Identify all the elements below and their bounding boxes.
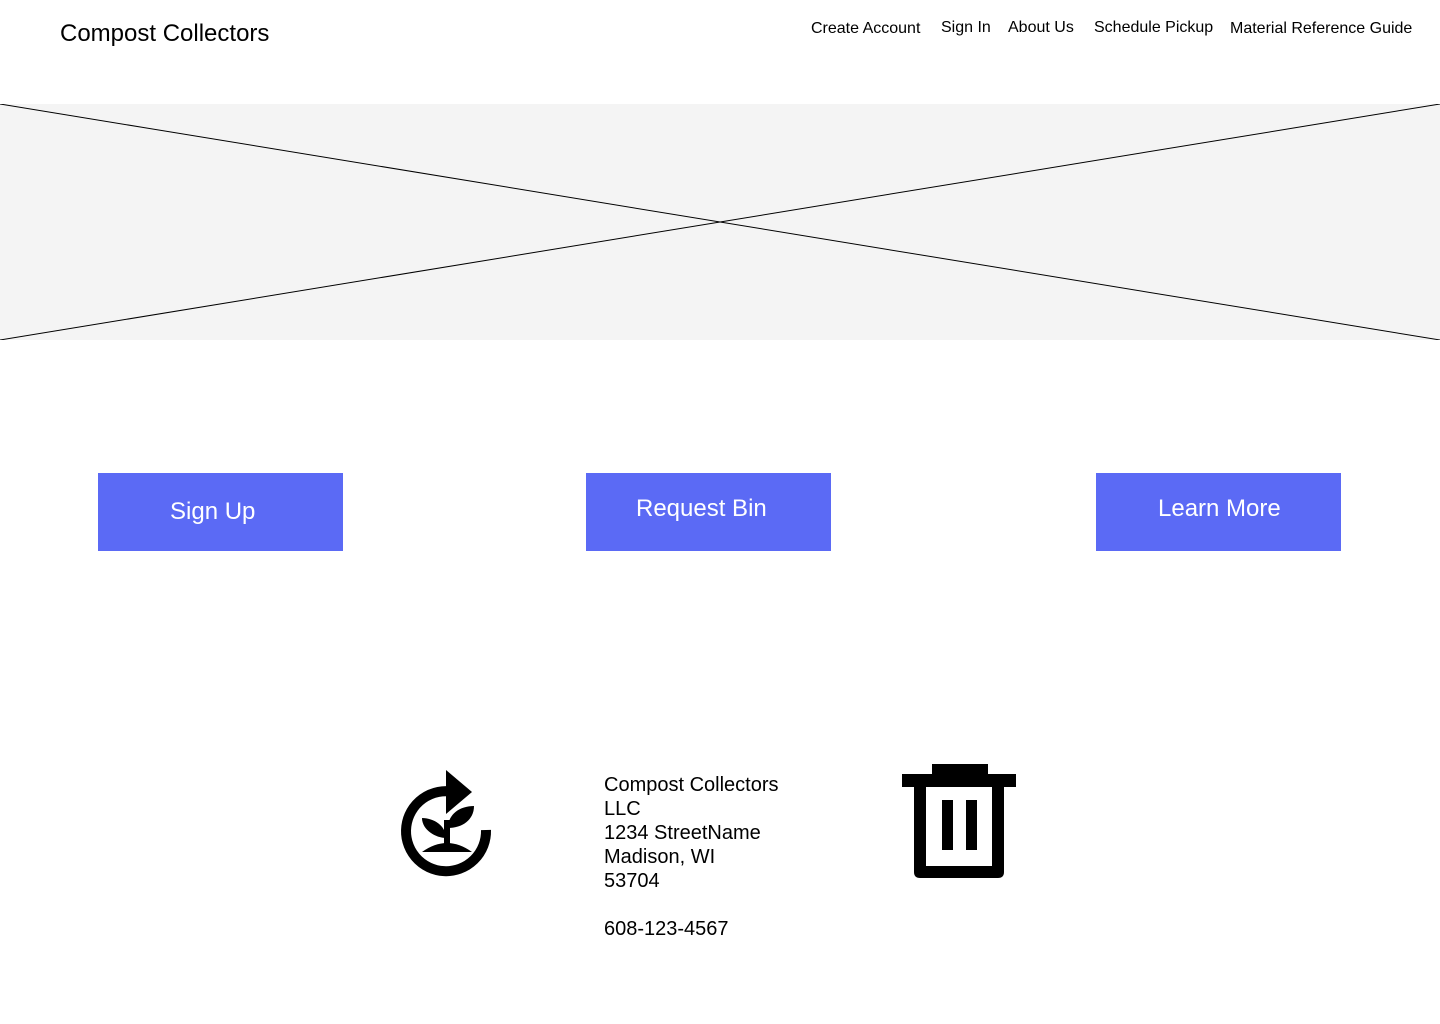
page: Compost Collectors Create Account Sign I…: [0, 0, 1440, 1024]
learn-more-label: Learn More: [1158, 495, 1281, 522]
image-placeholder-icon: [0, 104, 1440, 340]
company-address: Compost Collectors LLC 1234 StreetName M…: [604, 773, 779, 941]
trash-bin-icon: [902, 764, 1016, 878]
learn-more-button[interactable]: Learn More: [1096, 473, 1341, 551]
sign-up-button[interactable]: Sign Up: [98, 473, 343, 551]
request-bin-label: Request Bin: [636, 495, 767, 522]
address-line: Madison, WI: [604, 846, 716, 868]
nav-create-account[interactable]: Create Account: [811, 19, 920, 39]
request-bin-button[interactable]: Request Bin: [586, 473, 831, 551]
address-line: LLC: [604, 798, 641, 820]
address-line: 53704: [604, 870, 660, 892]
address-line: Compost Collectors: [604, 774, 779, 796]
phone-number[interactable]: 608-123-4567: [604, 917, 779, 941]
nav-sign-in[interactable]: Sign In: [941, 18, 991, 38]
nav-about-us[interactable]: About Us: [1008, 18, 1074, 38]
address-line: 1234 StreetName: [604, 822, 761, 844]
hero-image-placeholder: [0, 104, 1440, 340]
nav-material-reference-guide[interactable]: Material Reference Guide: [1230, 19, 1412, 39]
nav-schedule-pickup[interactable]: Schedule Pickup: [1094, 18, 1213, 38]
plant-recycle-icon: [401, 770, 492, 877]
brand-logo-text[interactable]: Compost Collectors: [60, 19, 269, 49]
sign-up-label: Sign Up: [170, 498, 256, 525]
